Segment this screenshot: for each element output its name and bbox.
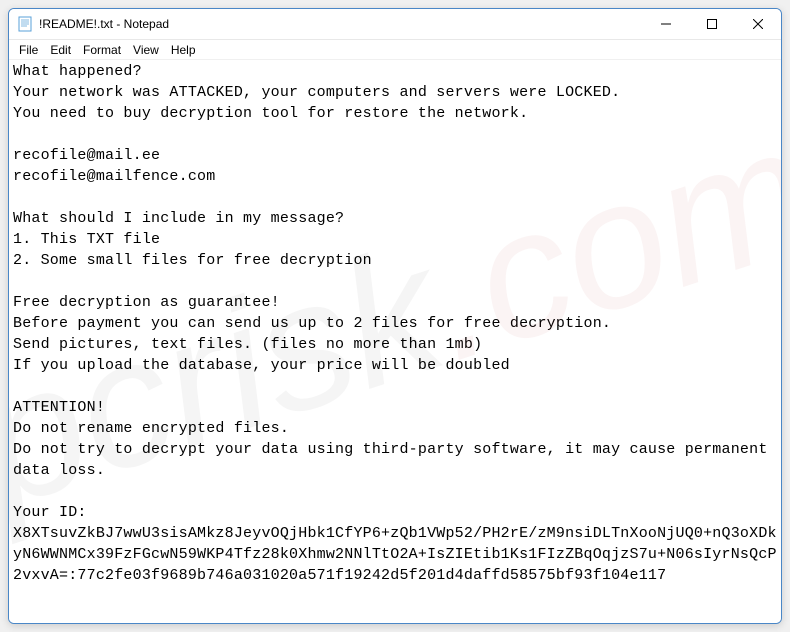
notepad-app-icon (17, 16, 33, 32)
menubar: File Edit Format View Help (9, 40, 781, 60)
maximize-button[interactable] (689, 9, 735, 39)
menu-help[interactable]: Help (165, 42, 202, 58)
menu-file[interactable]: File (13, 42, 44, 58)
close-button[interactable] (735, 9, 781, 39)
window-controls (643, 9, 781, 39)
menu-edit[interactable]: Edit (44, 42, 77, 58)
minimize-button[interactable] (643, 9, 689, 39)
menu-view[interactable]: View (127, 42, 165, 58)
text-editor-area[interactable]: What happened? Your network was ATTACKED… (9, 60, 781, 623)
window-title: !README!.txt - Notepad (39, 17, 643, 31)
menu-format[interactable]: Format (77, 42, 127, 58)
notepad-window: !README!.txt - Notepad File Edit Format … (8, 8, 782, 624)
titlebar: !README!.txt - Notepad (9, 9, 781, 40)
